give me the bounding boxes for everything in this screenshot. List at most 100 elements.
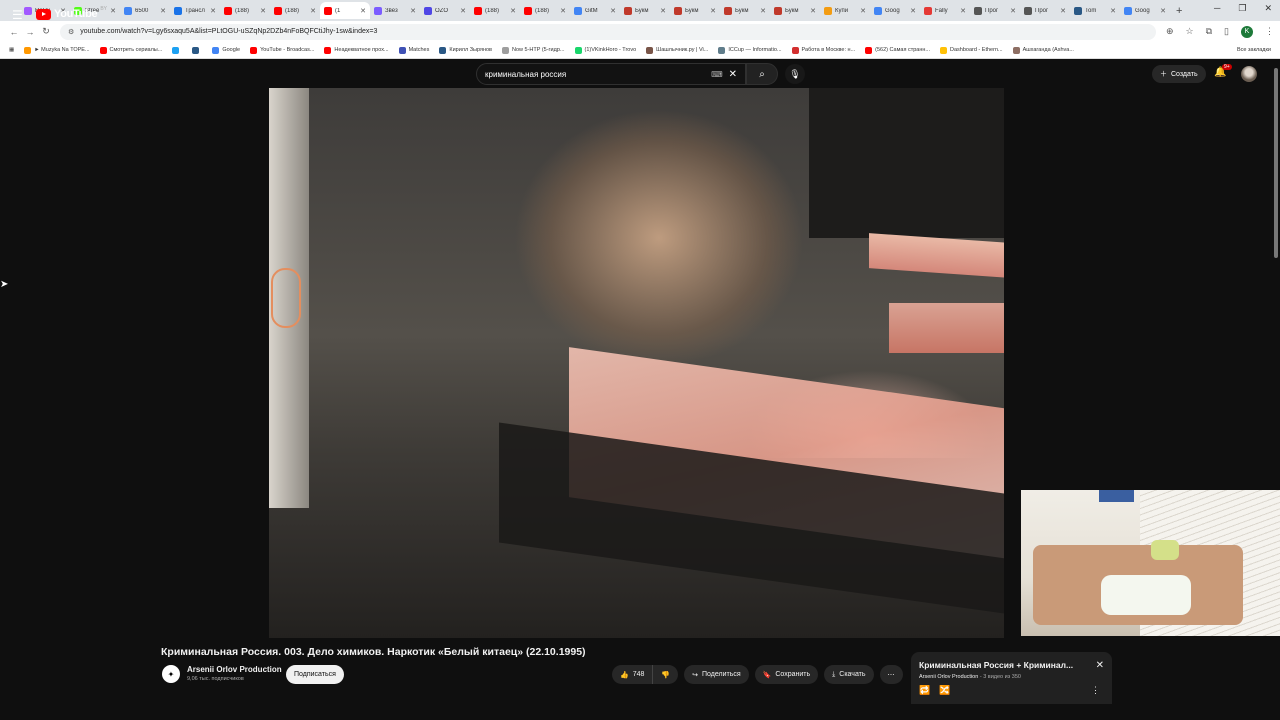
- bookmark-item[interactable]: [189, 46, 205, 54]
- tab-close-icon[interactable]: ✕: [110, 7, 116, 15]
- close-window-icon[interactable]: ✕: [1264, 3, 1272, 14]
- tab-close-icon[interactable]: ✕: [410, 7, 416, 15]
- playlist-owner[interactable]: Arsenii Orlov Production: [919, 674, 978, 680]
- close-playlist-icon[interactable]: ✕: [1096, 660, 1104, 671]
- tab-close-icon[interactable]: ✕: [560, 7, 566, 15]
- bookmark-item[interactable]: Dashboard - Ethern...: [937, 46, 1006, 54]
- browser-tab[interactable]: 6500 ✕: [120, 2, 170, 19]
- browser-tab[interactable]: (188) ✕: [470, 2, 520, 19]
- tab-close-icon[interactable]: ✕: [610, 7, 616, 15]
- browser-tab[interactable]: OZO ✕: [420, 2, 470, 19]
- youtube-logo[interactable]: YouTube BY: [36, 6, 107, 20]
- browser-tab[interactable]: Букм ✕: [670, 2, 720, 19]
- minimize-icon[interactable]: ─: [1214, 3, 1220, 14]
- scrollbar-thumb[interactable]: [1274, 68, 1278, 258]
- search-button[interactable]: ⌕: [746, 63, 778, 85]
- search-input[interactable]: криминальная россия ⌨ ✕: [476, 63, 746, 85]
- extensions-icon[interactable]: ⧉: [1206, 26, 1212, 37]
- dislike-button[interactable]: 👎: [653, 665, 679, 684]
- clear-search-icon[interactable]: ✕: [729, 69, 737, 80]
- new-tab-icon[interactable]: +: [1176, 5, 1182, 17]
- browser-tab[interactable]: Звез ✕: [370, 2, 420, 19]
- apps-icon[interactable]: ▦: [6, 47, 17, 53]
- all-bookmarks-folder[interactable]: Все закладки: [1234, 47, 1274, 53]
- tab-close-icon[interactable]: ✕: [960, 7, 966, 15]
- bookmark-item[interactable]: Google: [209, 46, 243, 54]
- maximize-icon[interactable]: ❐: [1238, 3, 1246, 14]
- video-player[interactable]: [269, 88, 1004, 638]
- browser-tab[interactable]: Трансл ✕: [170, 2, 220, 19]
- browser-tab[interactable]: GitM ✕: [570, 2, 620, 19]
- loop-icon[interactable]: 🔁: [919, 685, 930, 696]
- address-bar[interactable]: ⚙ youtube.com/watch?v=Lgy6sxaqu5A&list=P…: [60, 23, 1156, 40]
- subscribe-button[interactable]: Подписаться: [286, 665, 344, 684]
- menu-icon[interactable]: ☰: [12, 8, 23, 22]
- site-info-icon[interactable]: ⚙: [68, 28, 74, 36]
- channel-avatar[interactable]: ✦: [162, 665, 180, 683]
- save-button[interactable]: 🔖 Сохранить: [754, 665, 819, 684]
- bookmark-item[interactable]: ► Muzyka Na ТОРЕ...: [21, 46, 92, 54]
- bookmark-item[interactable]: Шашлычник.ру | Vi...: [643, 46, 711, 54]
- browser-tab[interactable]: Fally ✕: [920, 2, 970, 19]
- bookmark-item[interactable]: Ашхаганда (Ashva...: [1010, 46, 1077, 54]
- forward-icon[interactable]: →: [22, 27, 38, 37]
- tab-close-icon[interactable]: ✕: [910, 7, 916, 15]
- shuffle-icon[interactable]: 🔀: [939, 685, 950, 696]
- channel-name[interactable]: Arsenii Orlov Production: [187, 665, 282, 674]
- browser-tab[interactable]: Букм ✕: [770, 2, 820, 19]
- profile-avatar[interactable]: K: [1241, 25, 1253, 38]
- tab-close-icon[interactable]: ✕: [510, 7, 516, 15]
- tab-close-icon[interactable]: ✕: [1110, 7, 1116, 15]
- create-button[interactable]: ＋ Создать: [1152, 65, 1206, 83]
- download-button[interactable]: ⤓ Скачать: [824, 665, 874, 684]
- bookmark-item[interactable]: [169, 46, 185, 54]
- tab-close-icon[interactable]: ✕: [710, 7, 716, 15]
- bookmark-item[interactable]: ICCup — Informatio...: [715, 46, 784, 54]
- tab-close-icon[interactable]: ✕: [260, 7, 266, 15]
- tab-close-icon[interactable]: ✕: [460, 7, 466, 15]
- tab-close-icon[interactable]: ✕: [660, 7, 666, 15]
- tab-close-icon[interactable]: ✕: [1060, 7, 1066, 15]
- browser-tab[interactable]: Букм ✕: [620, 2, 670, 19]
- browser-tab[interactable]: (188) ✕: [220, 2, 270, 19]
- playlist-title[interactable]: Криминальная Россия + Криминал...: [919, 660, 1089, 670]
- voice-search-button[interactable]: 🎙: [785, 64, 805, 84]
- browser-tab[interactable]: (188) ✕: [270, 2, 320, 19]
- bookmark-item[interactable]: (562) Самая странн...: [862, 46, 933, 54]
- bookmark-item[interactable]: Кирилл Зырянов: [436, 46, 495, 54]
- browser-tab[interactable]: Goog ✕: [870, 2, 920, 19]
- browser-tab[interactable]: Tom ✕: [1070, 2, 1120, 19]
- browser-tab[interactable]: Прог ✕: [970, 2, 1020, 19]
- tab-close-icon[interactable]: ✕: [860, 7, 866, 15]
- install-icon[interactable]: ⊕: [1166, 26, 1174, 37]
- bookmark-item[interactable]: Работа в Москве: н...: [789, 46, 859, 54]
- browser-menu-icon[interactable]: ⋮: [1265, 26, 1274, 37]
- share-button[interactable]: ↪ Поделиться: [684, 665, 749, 684]
- browser-tab[interactable]: (1 ✕: [320, 2, 370, 19]
- user-avatar[interactable]: [1241, 66, 1257, 82]
- tab-close-icon[interactable]: ✕: [1160, 7, 1166, 15]
- playlist-more-icon[interactable]: ⋮: [1091, 685, 1100, 696]
- reload-icon[interactable]: ↻: [38, 26, 54, 37]
- bookmark-star-icon[interactable]: ☆: [1186, 26, 1194, 37]
- tab-close-icon[interactable]: ✕: [810, 7, 816, 15]
- tab-close-icon[interactable]: ✕: [1010, 7, 1016, 15]
- browser-tab[interactable]: (188) ✕: [520, 2, 570, 19]
- page-scrollbar[interactable]: [1272, 60, 1280, 700]
- browser-tab[interactable]: Купи ✕: [820, 2, 870, 19]
- tab-close-icon[interactable]: ✕: [160, 7, 166, 15]
- bookmark-item[interactable]: Matches: [396, 46, 433, 54]
- tab-close-icon[interactable]: ✕: [760, 7, 766, 15]
- bookmark-item[interactable]: YouTube - Broadcas...: [247, 46, 317, 54]
- bookmark-item[interactable]: Неадекватное прох...: [321, 46, 391, 54]
- tab-close-icon[interactable]: ✕: [360, 7, 366, 15]
- bookmark-item[interactable]: Смотреть сериалы...: [97, 46, 166, 54]
- bookmark-item[interactable]: Now 5-HTP (5-гидр...: [499, 46, 568, 54]
- more-actions-button[interactable]: ⋯: [879, 665, 903, 684]
- tab-close-icon[interactable]: ✕: [210, 7, 216, 15]
- like-button[interactable]: 👍 748: [612, 665, 654, 684]
- browser-tab[interactable]: Букм ✕: [720, 2, 770, 19]
- tab-close-icon[interactable]: ✕: [310, 7, 316, 15]
- back-icon[interactable]: ←: [6, 27, 22, 37]
- browser-tab[interactable]: Прог ✕: [1020, 2, 1070, 19]
